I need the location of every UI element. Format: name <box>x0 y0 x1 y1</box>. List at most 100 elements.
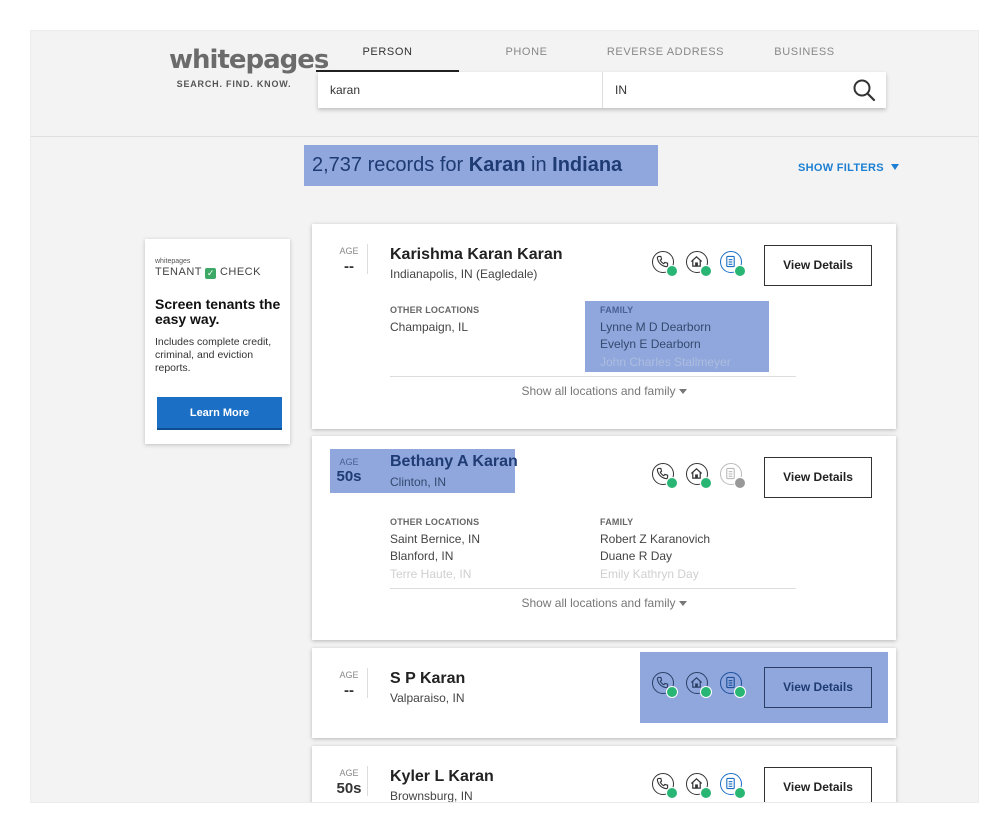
age-value: -- <box>344 682 354 699</box>
family-member[interactable]: Robert Z Karanovich <box>600 532 710 546</box>
results-text-2: in <box>525 154 553 176</box>
card-divider <box>390 588 796 589</box>
ad-brand-left: TENANT <box>155 266 202 278</box>
person-location: Clinton, IN <box>390 475 447 489</box>
search-icon <box>853 79 876 102</box>
family-label: FAMILY <box>600 517 634 527</box>
ad-body: Includes complete credit, criminal, and … <box>155 336 272 374</box>
other-locations-label: OTHER LOCATIONS <box>390 305 480 315</box>
other-location: Champaign, IL <box>390 320 469 334</box>
phone-icon <box>652 251 678 277</box>
result-card: AGE 50s Bethany A Karan Clinton, IN View… <box>312 436 896 640</box>
other-location: Saint Bernice, IN <box>390 532 481 546</box>
whitepages-logo[interactable]: whitepages SEARCH. FIND. KNOW. <box>169 43 329 89</box>
show-all-label: Show all locations and family <box>521 596 676 610</box>
phone-icon <box>652 773 678 799</box>
phone-icon <box>652 672 678 698</box>
age-block: AGE -- <box>330 666 380 708</box>
view-details-button[interactable]: View Details <box>764 767 872 802</box>
age-label: AGE <box>339 670 359 680</box>
family-member[interactable]: Evelyn E Dearborn <box>600 337 701 351</box>
show-all-label: Show all locations and family <box>521 384 676 398</box>
person-location: Indianapolis, IN (Eagledale) <box>390 267 538 281</box>
checkmark-icon: ✓ <box>205 268 217 279</box>
phone-icon <box>652 463 678 489</box>
tab-person[interactable]: PERSON <box>316 44 459 72</box>
header: whitepages SEARCH. FIND. KNOW. PERSON PH… <box>31 31 978 137</box>
tab-business[interactable]: BUSINESS <box>735 44 874 72</box>
available-badge <box>666 686 678 698</box>
results-heading: 2,737 records for Karan in Indiana <box>304 145 658 186</box>
availability-icons <box>652 463 752 493</box>
ad-brand: TENANT ✓ CHECK <box>155 266 261 279</box>
search-divider <box>602 72 603 108</box>
person-name[interactable]: Kyler L Karan <box>390 768 494 786</box>
page-frame: whitepages SEARCH. FIND. KNOW. PERSON PH… <box>30 30 979 803</box>
results-name: Karan <box>468 154 526 176</box>
person-location: Brownsburg, IN <box>390 789 473 803</box>
records-icon <box>720 773 746 799</box>
person-name[interactable]: S P Karan <box>390 670 465 688</box>
age-divider <box>367 668 368 698</box>
results-text-1: records for <box>362 154 469 176</box>
search-bar: karan IN <box>318 72 886 108</box>
view-details-button[interactable]: View Details <box>764 457 872 498</box>
view-details-button[interactable]: View Details <box>764 667 872 708</box>
available-badge <box>700 787 712 799</box>
available-badge <box>734 265 746 277</box>
availability-icons <box>652 251 752 281</box>
available-badge <box>700 686 712 698</box>
show-filters-label: SHOW FILTERS <box>798 162 884 174</box>
family-member[interactable]: Duane R Day <box>600 549 672 563</box>
result-card: AGE 50s Kyler L Karan Brownsburg, IN Vie… <box>312 746 896 803</box>
tenant-check-ad: whitepages TENANT ✓ CHECK Screen tenants… <box>145 239 290 444</box>
show-all-link[interactable]: Show all locations and family <box>312 596 896 610</box>
family-member[interactable]: Lynne M D Dearborn <box>600 320 711 334</box>
home-icon <box>686 773 712 799</box>
search-tabs: PERSON PHONE REVERSE ADDRESS BUSINESS <box>316 44 874 72</box>
available-badge <box>734 686 746 698</box>
age-label: AGE <box>339 457 359 467</box>
search-button[interactable] <box>852 78 876 102</box>
age-value: -- <box>344 258 354 275</box>
tab-phone[interactable]: PHONE <box>457 44 596 72</box>
ad-headline: Screen tenants the easy way. <box>155 296 281 327</box>
age-block: AGE 50s <box>330 454 380 496</box>
card-divider <box>390 376 796 377</box>
age-divider <box>367 244 368 274</box>
available-badge <box>666 787 678 799</box>
name-input[interactable]: karan <box>330 72 598 108</box>
learn-more-button[interactable]: Learn More <box>157 397 282 430</box>
show-all-link[interactable]: Show all locations and family <box>312 384 896 398</box>
available-badge <box>700 265 712 277</box>
result-card: AGE -- Karishma Karan Karan Indianapolis… <box>312 224 896 429</box>
age-block: AGE -- <box>330 242 380 284</box>
show-filters-button[interactable]: SHOW FILTERS <box>798 162 900 174</box>
person-name[interactable]: Karishma Karan Karan <box>390 246 563 264</box>
availability-icons <box>652 672 752 702</box>
caret-down-icon <box>891 164 900 170</box>
location-input[interactable]: IN <box>615 72 815 108</box>
family-label: FAMILY <box>600 305 634 315</box>
unavailable-badge <box>734 477 746 489</box>
other-location: Terre Haute, IN <box>390 567 472 581</box>
view-details-button[interactable]: View Details <box>764 245 872 286</box>
age-label: AGE <box>339 246 359 256</box>
home-icon <box>686 672 712 698</box>
records-icon <box>720 251 746 277</box>
tab-reverse-address[interactable]: REVERSE ADDRESS <box>596 44 735 72</box>
person-name[interactable]: Bethany A Karan <box>390 453 518 471</box>
other-locations-label: OTHER LOCATIONS <box>390 517 480 527</box>
family-member[interactable]: John Charles Stallmeyer <box>600 355 731 369</box>
result-card: AGE -- S P Karan Valparaiso, IN View Det… <box>312 648 896 738</box>
age-value: 50s <box>336 780 362 797</box>
availability-icons <box>652 773 752 802</box>
age-value: 50s <box>336 468 362 485</box>
available-badge <box>734 787 746 799</box>
caret-down-icon <box>678 389 687 394</box>
records-icon <box>720 672 746 698</box>
person-location: Valparaiso, IN <box>390 691 465 705</box>
logo-tagline: SEARCH. FIND. KNOW. <box>176 79 292 89</box>
age-block: AGE 50s <box>330 764 380 802</box>
family-member[interactable]: Emily Kathryn Day <box>600 567 699 581</box>
